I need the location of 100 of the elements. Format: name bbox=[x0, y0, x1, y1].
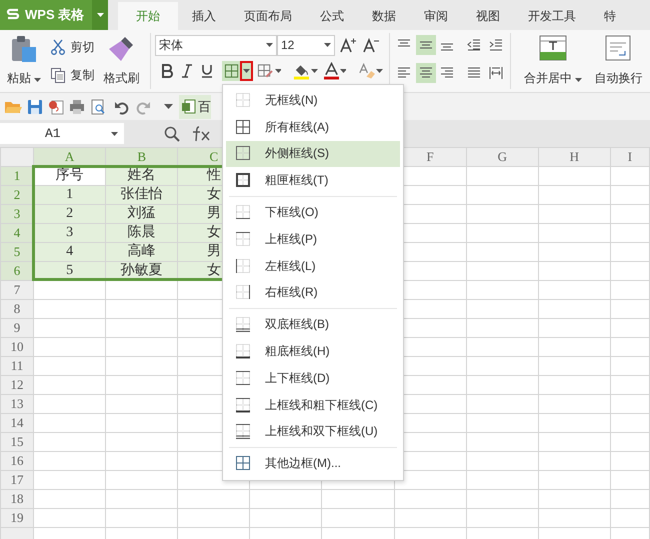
print-preview-button[interactable] bbox=[89, 98, 107, 116]
distribute-icon bbox=[489, 66, 504, 80]
format-painter-button[interactable]: 格式刷 bbox=[100, 33, 142, 89]
row-header[interactable]: 13 bbox=[0, 394, 34, 414]
merge-cells-icon bbox=[539, 35, 568, 61]
row-header[interactable]: 8 bbox=[0, 300, 34, 318]
merge-center-button[interactable]: 合并居中 bbox=[521, 33, 586, 89]
menu-item[interactable]: 粗底框线(H) bbox=[226, 338, 400, 365]
table-cell: 刘猛 bbox=[106, 204, 178, 224]
column-header[interactable]: G bbox=[498, 149, 507, 164]
row-header[interactable]: 9 bbox=[0, 318, 34, 338]
column-header[interactable]: I bbox=[628, 149, 632, 164]
cut-button[interactable]: 剪切 bbox=[48, 36, 96, 58]
print-button[interactable] bbox=[68, 98, 86, 116]
increase-font-icon bbox=[340, 37, 356, 53]
ribbon-tab[interactable]: 开始 bbox=[118, 2, 178, 30]
ribbon-tab[interactable]: 数据 bbox=[358, 2, 410, 30]
row-header[interactable]: 15 bbox=[0, 432, 34, 452]
row-header[interactable]: 12 bbox=[0, 376, 34, 394]
table-cell: 4 bbox=[34, 242, 106, 262]
ribbon-tab[interactable]: 页面布局 bbox=[230, 2, 306, 30]
indent-icon bbox=[489, 38, 504, 52]
s-logo-icon bbox=[6, 8, 20, 22]
printer-icon bbox=[69, 98, 85, 114]
italic-icon bbox=[181, 64, 193, 78]
row-header[interactable]: 18 bbox=[0, 490, 34, 508]
ribbon-tab[interactable]: 插入 bbox=[178, 2, 230, 30]
decrease-font-icon bbox=[363, 37, 379, 53]
border-pencil-icon bbox=[256, 63, 274, 79]
border-style-icon bbox=[235, 370, 251, 387]
table-cell: 张佳怡 bbox=[106, 186, 178, 204]
column-header[interactable]: H bbox=[570, 149, 580, 164]
row-header[interactable]: 11 bbox=[0, 356, 34, 376]
export-pdf-button[interactable] bbox=[47, 98, 65, 116]
border-style-icon bbox=[235, 92, 251, 109]
font-color-icon bbox=[324, 62, 339, 80]
menu-item[interactable]: 外侧框线(S) bbox=[226, 140, 400, 168]
caret-icon bbox=[376, 69, 384, 73]
wrap-text-button[interactable]: 自动换行 bbox=[591, 33, 646, 89]
grid-icon bbox=[224, 63, 240, 79]
ribbon-tab[interactable]: 审阅 bbox=[410, 2, 462, 30]
row-header[interactable]: 17 bbox=[0, 470, 34, 490]
align-center-button[interactable] bbox=[416, 63, 436, 83]
underline-icon bbox=[201, 64, 213, 78]
column-header[interactable]: F bbox=[426, 149, 434, 164]
menu-item[interactable]: 所有框线(A) bbox=[226, 114, 400, 141]
paste-button[interactable]: 粘贴 bbox=[4, 33, 44, 89]
menu-item[interactable]: 上框线和双下框线(U) bbox=[226, 418, 400, 446]
border-style-icon bbox=[235, 258, 251, 275]
caret-icon bbox=[274, 69, 282, 73]
menu-item[interactable]: 上框线和粗下框线(C) bbox=[226, 392, 400, 419]
borders-dropdown-button[interactable] bbox=[240, 61, 253, 81]
row-header[interactable]: 16 bbox=[0, 452, 34, 470]
magnifier-page-icon bbox=[90, 98, 106, 114]
menu-item[interactable]: 双底框线(B) bbox=[226, 311, 400, 338]
eraser-icon bbox=[358, 62, 376, 80]
ribbon-tab[interactable]: 公式 bbox=[306, 2, 358, 30]
ribbon-tab[interactable]: 开发工具 bbox=[514, 2, 590, 30]
align-right-icon bbox=[440, 66, 454, 80]
font-size-dropdown[interactable]: 12 bbox=[277, 34, 335, 56]
align-middle-button[interactable] bbox=[416, 35, 436, 55]
borders-button[interactable] bbox=[222, 61, 242, 81]
brush-icon bbox=[107, 35, 136, 63]
border-style-icon bbox=[235, 230, 251, 248]
document-tab[interactable]: 百 bbox=[179, 94, 211, 118]
menu-item[interactable]: 其他边框(M)... bbox=[226, 450, 400, 478]
font-name-dropdown[interactable]: 宋体 bbox=[155, 34, 277, 56]
wrap-text-icon bbox=[605, 35, 632, 61]
caret-icon bbox=[311, 69, 318, 73]
menu-item[interactable]: 上下框线(D) bbox=[226, 364, 400, 392]
row-header[interactable]: 10 bbox=[0, 338, 34, 356]
save-button[interactable] bbox=[26, 98, 44, 116]
name-box[interactable]: A1 bbox=[0, 123, 124, 144]
copy-icon bbox=[50, 67, 66, 83]
table-cell: 1 bbox=[34, 186, 106, 204]
caret-icon bbox=[111, 132, 118, 136]
zoom-button[interactable] bbox=[164, 126, 180, 142]
caret-icon[interactable] bbox=[96, 13, 104, 17]
border-style-icon bbox=[235, 423, 251, 440]
menu-item[interactable]: 无框线(N) bbox=[226, 87, 400, 114]
customize-toolbar-button[interactable] bbox=[163, 103, 174, 110]
ribbon-tab[interactable]: 视图 bbox=[462, 2, 514, 30]
border-style-icon bbox=[235, 204, 251, 222]
font-color-button[interactable] bbox=[322, 61, 348, 81]
function-icon[interactable] bbox=[192, 126, 212, 142]
table-cell: 陈晨 bbox=[106, 224, 178, 242]
caret-icon bbox=[164, 104, 173, 109]
caret-icon bbox=[575, 78, 582, 82]
border-style-icon bbox=[235, 284, 251, 302]
row-header[interactable]: 14 bbox=[0, 414, 34, 432]
menu-item[interactable]: 右框线(R) bbox=[226, 280, 400, 306]
border-style-icon bbox=[235, 172, 251, 190]
caret-icon bbox=[324, 43, 331, 47]
ribbon-tab[interactable]: 特 bbox=[590, 2, 630, 30]
copy-button[interactable]: 复制 bbox=[48, 64, 96, 86]
row-header[interactable]: 7 bbox=[0, 280, 34, 300]
border-style-icon bbox=[235, 316, 251, 334]
table-cell: 2 bbox=[34, 204, 106, 224]
document-export-icon bbox=[48, 98, 64, 114]
row-header[interactable]: 19 bbox=[0, 508, 34, 528]
